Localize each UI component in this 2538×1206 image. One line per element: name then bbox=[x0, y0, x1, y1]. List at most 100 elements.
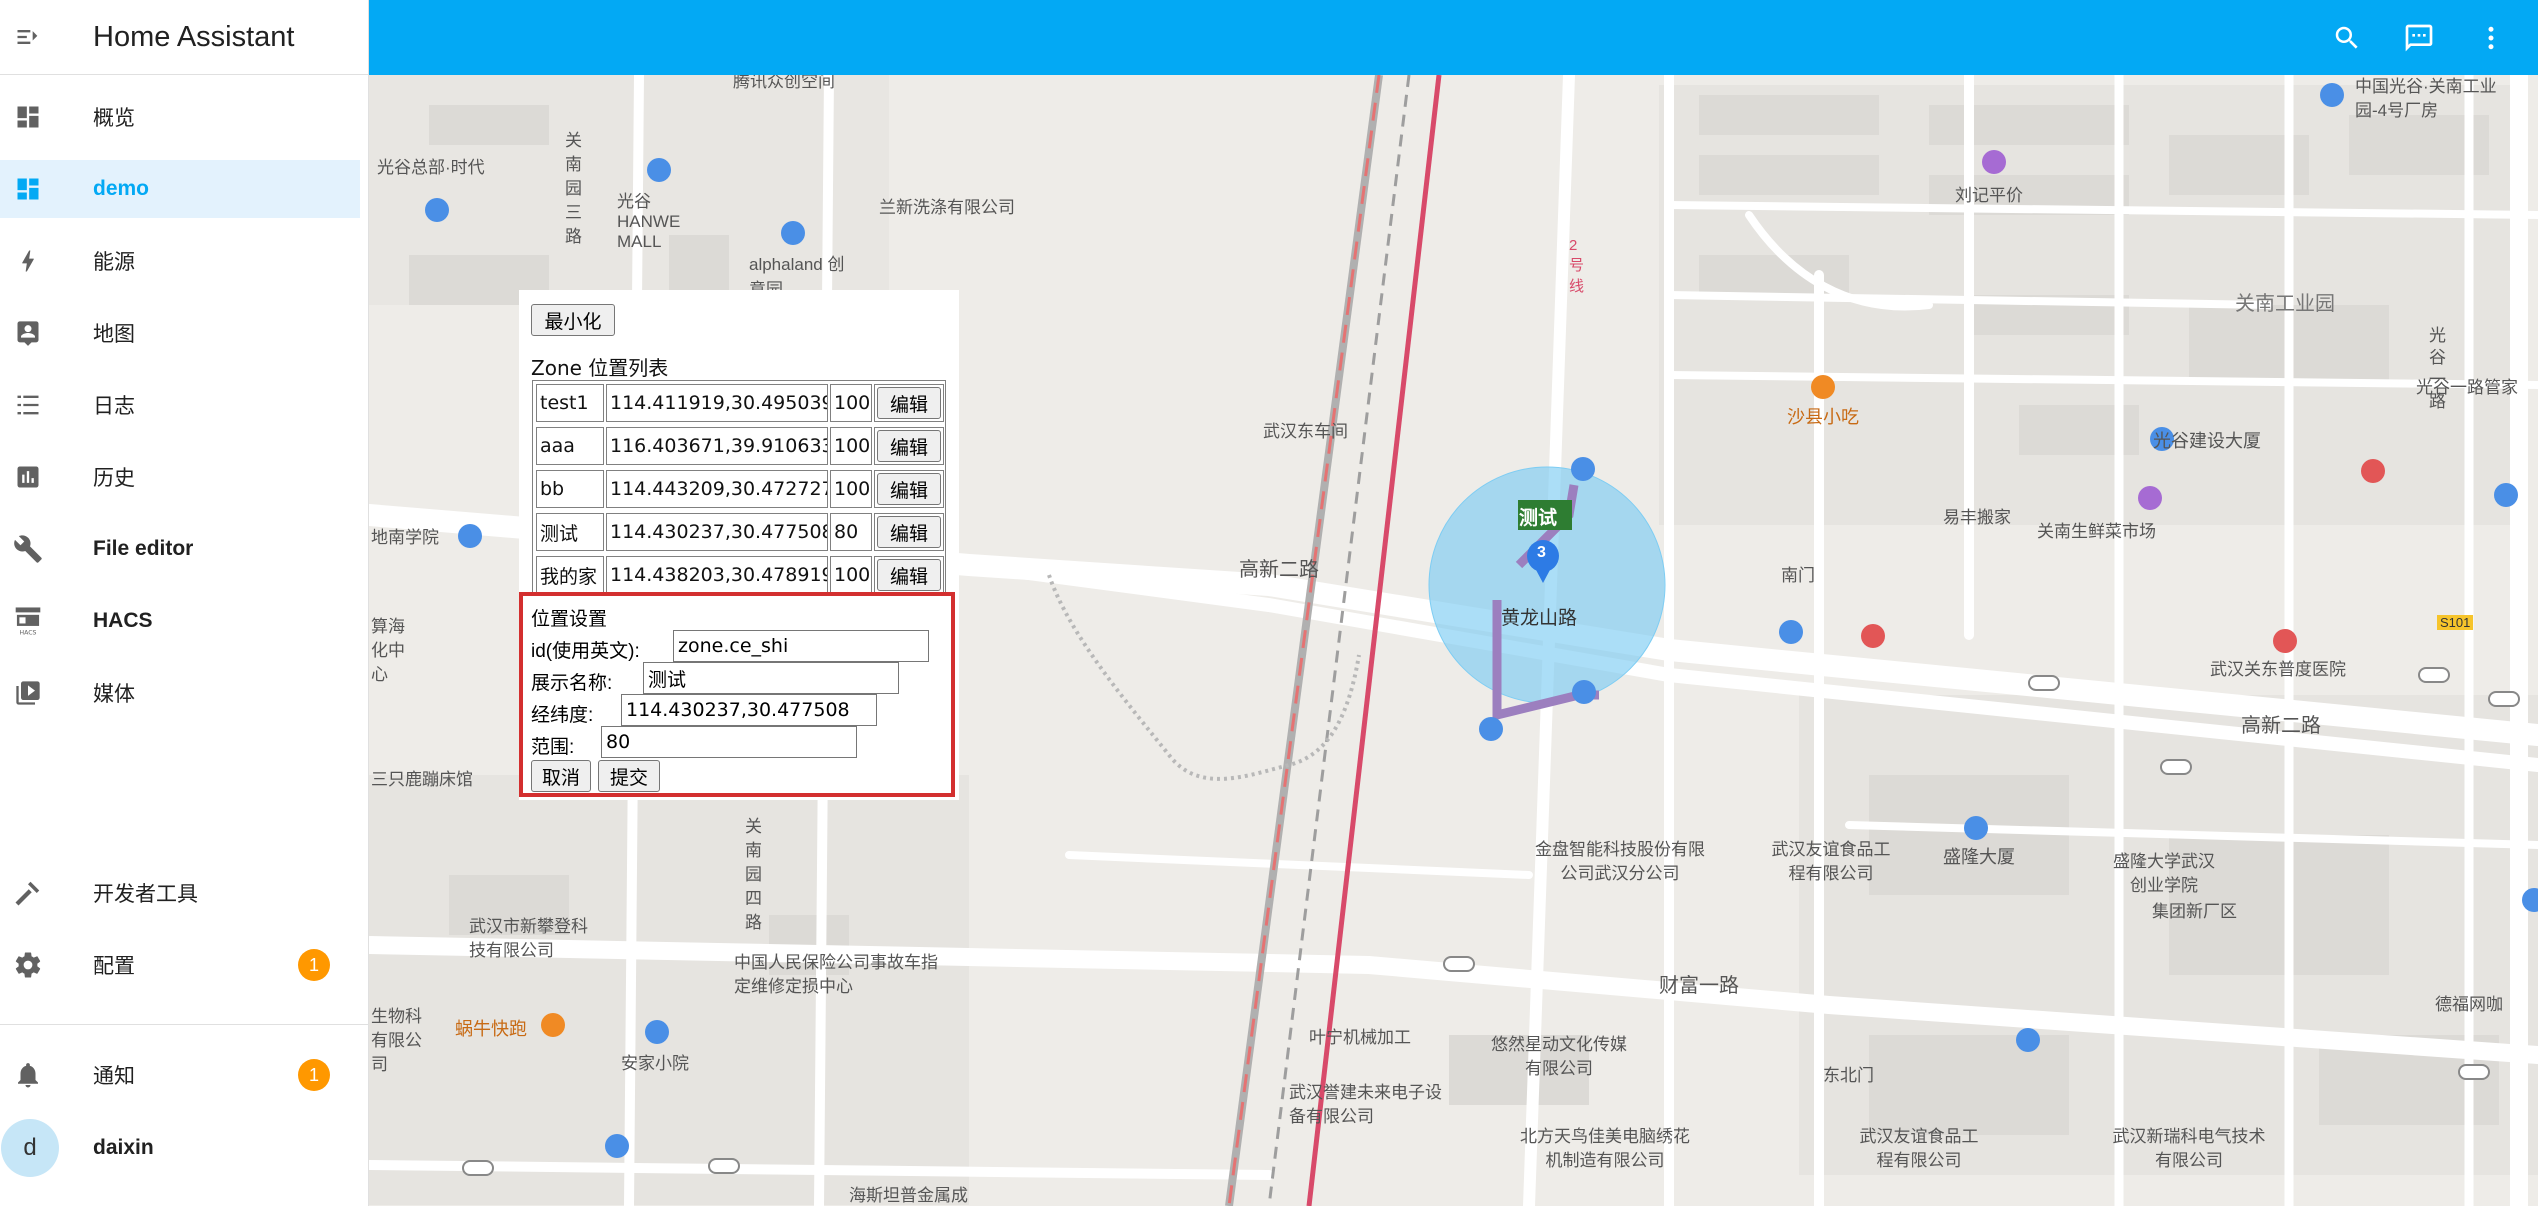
sidebar-item-label: HACS bbox=[93, 609, 153, 632]
map-account-icon bbox=[0, 304, 56, 362]
sidebar-item-config[interactable]: 配置 1 bbox=[0, 936, 360, 994]
search-icon[interactable] bbox=[2323, 14, 2371, 62]
bell-icon bbox=[0, 1046, 56, 1104]
zone-radius-cell: 100 bbox=[830, 556, 872, 594]
map-label: 生物科有限公司 bbox=[371, 1007, 422, 1074]
sidebar-item-map[interactable]: 地图 bbox=[0, 304, 360, 362]
sidebar-item-history[interactable]: 历史 bbox=[0, 448, 360, 506]
zone-name-cell: test1 bbox=[536, 384, 604, 422]
map-label: 武汉关东普度医院 bbox=[2210, 660, 2346, 679]
edit-button[interactable]: 编辑 bbox=[877, 516, 941, 548]
sidebar-item-label: 媒体 bbox=[93, 683, 135, 706]
map-label: 光谷总部·时代 bbox=[377, 158, 485, 177]
map-label: 悠然星动文化传媒有限公司 bbox=[1491, 1035, 1627, 1078]
coords-label: 经纬度: bbox=[531, 705, 594, 726]
zone-name-label[interactable]: 测试 bbox=[1519, 503, 1557, 530]
map-label: 高新二路 bbox=[1239, 559, 1319, 581]
sidebar-item-logbook[interactable]: 日志 bbox=[0, 376, 360, 434]
map-label: 光谷一路管家 bbox=[2416, 378, 2518, 397]
config-badge: 1 bbox=[298, 949, 330, 981]
map-label: 光谷一路 bbox=[2429, 326, 2446, 411]
sidebar-header: Home Assistant bbox=[0, 0, 368, 75]
id-input[interactable]: zone.ce_shi bbox=[673, 630, 929, 662]
zone-list-title: Zone 位置列表 bbox=[531, 356, 669, 380]
zone-edit-cell: 编辑 bbox=[874, 427, 944, 465]
display-name-input[interactable]: 测试 bbox=[643, 662, 899, 694]
map-label: 叶宁机械加工 bbox=[1309, 1028, 1411, 1047]
map-label: 算海化中心 bbox=[371, 617, 405, 684]
sidebar-item-demo[interactable]: demo bbox=[0, 160, 360, 218]
map-label: 关南园三路 bbox=[565, 131, 582, 246]
cancel-button[interactable]: 取消 bbox=[531, 760, 591, 792]
display-name-label: 展示名称: bbox=[531, 673, 613, 694]
map-label: 刘记平价 bbox=[1955, 186, 2023, 205]
sidebar-item-label: 能源 bbox=[93, 251, 135, 274]
zone-edit-cell: 编辑 bbox=[874, 470, 944, 508]
sidebar-item-hacs[interactable]: HACS HACS bbox=[0, 592, 360, 650]
map-label: 德福网咖 bbox=[2435, 995, 2503, 1014]
sidebar-item-energy[interactable]: 能源 bbox=[0, 232, 360, 290]
zone-coords-cell: 114.430237,30.477508 bbox=[606, 513, 828, 551]
sidebar-item-file-editor[interactable]: File editor bbox=[0, 520, 360, 578]
sidebar-item-user[interactable]: d daixin bbox=[0, 1118, 360, 1178]
zone-table: test1 114.411919,30.495039 100 编辑 aaa 11… bbox=[532, 380, 946, 595]
zone-name-cell: 测试 bbox=[536, 513, 604, 551]
edit-button[interactable]: 编辑 bbox=[877, 387, 941, 419]
map-label: 南门 bbox=[1781, 566, 1815, 585]
sidebar-divider bbox=[0, 1024, 369, 1025]
map-label: 武汉誉建未来电子设备有限公司 bbox=[1289, 1083, 1442, 1126]
map-label: 东北门 bbox=[1823, 1066, 1874, 1085]
zone-name-cell: aaa bbox=[536, 427, 604, 465]
sidebar-item-label: 概览 bbox=[93, 107, 135, 130]
top-app-bar bbox=[369, 0, 2538, 75]
map-label: 光谷HANWE MALL bbox=[617, 192, 681, 251]
map-label: 关南园四路 bbox=[745, 817, 762, 932]
map-label: 财富一路 bbox=[1659, 975, 1739, 997]
zone-coords-cell: 116.403671,39.910633 bbox=[606, 427, 828, 465]
map-label: 北方天鸟佳美电脑绣花机制造有限公司 bbox=[1520, 1127, 1690, 1170]
dashboard-icon bbox=[0, 88, 56, 146]
sidebar-item-developer-tools[interactable]: 开发者工具 bbox=[0, 864, 360, 922]
zone-radius-cell: 100 bbox=[830, 384, 872, 422]
sidebar: Home Assistant 概览 demo 能源 地图 日志 历史 File … bbox=[0, 0, 369, 1206]
edit-button[interactable]: 编辑 bbox=[877, 430, 941, 462]
zone-cluster-count[interactable]: 3 bbox=[1537, 544, 1546, 562]
settings-title: 位置设置 bbox=[531, 609, 608, 630]
sidebar-item-notifications[interactable]: 通知 1 bbox=[0, 1046, 360, 1104]
zone-coords-cell: 114.443209,30.472727 bbox=[606, 470, 828, 508]
map-label: S101 bbox=[2437, 615, 2474, 630]
hammer-icon bbox=[0, 864, 56, 922]
map-label: 安家小院 bbox=[621, 1054, 689, 1073]
wrench-icon bbox=[0, 520, 56, 578]
coords-input[interactable]: 114.430237,30.477508 bbox=[621, 694, 877, 726]
map-label: 盛隆大厦 bbox=[1943, 847, 2015, 867]
edit-button[interactable]: 编辑 bbox=[877, 473, 941, 505]
submit-button[interactable]: 提交 bbox=[598, 760, 660, 792]
map-label: 武汉友谊食品工程有限公司 bbox=[1771, 840, 1891, 883]
minimize-button[interactable]: 最小化 bbox=[531, 304, 615, 336]
map-label: 黄龙山路 bbox=[1501, 608, 1578, 629]
user-name: daixin bbox=[93, 1136, 154, 1159]
sidebar-item-label: demo bbox=[93, 177, 150, 200]
sidebar-item-label: 地图 bbox=[93, 323, 135, 346]
menu-collapse-icon[interactable] bbox=[0, 0, 55, 75]
zone-radius-cell: 100 bbox=[830, 427, 872, 465]
sidebar-item-label: 历史 bbox=[93, 467, 135, 490]
chart-box-icon bbox=[0, 448, 56, 506]
map-label: 沙县小吃 bbox=[1787, 407, 1859, 427]
notifications-badge: 1 bbox=[298, 1059, 330, 1091]
id-label: id(使用英文): bbox=[531, 641, 640, 662]
hacs-icon: HACS bbox=[0, 592, 56, 650]
edit-button[interactable]: 编辑 bbox=[877, 559, 941, 591]
map-label: 易丰搬家 bbox=[1943, 508, 2011, 527]
more-vert-icon[interactable] bbox=[2467, 14, 2515, 62]
radius-input[interactable]: 80 bbox=[601, 726, 857, 758]
gear-icon bbox=[0, 936, 56, 994]
sidebar-item-label: File editor bbox=[93, 537, 194, 560]
assist-icon[interactable] bbox=[2395, 14, 2443, 62]
map-label: 关南生鲜菜市场 bbox=[2037, 522, 2156, 541]
sidebar-item-overview[interactable]: 概览 bbox=[0, 88, 360, 146]
sidebar-item-label: 配置 bbox=[93, 955, 135, 978]
map-label: 关南工业园 bbox=[2235, 293, 2335, 315]
sidebar-item-media[interactable]: 媒体 bbox=[0, 664, 360, 722]
